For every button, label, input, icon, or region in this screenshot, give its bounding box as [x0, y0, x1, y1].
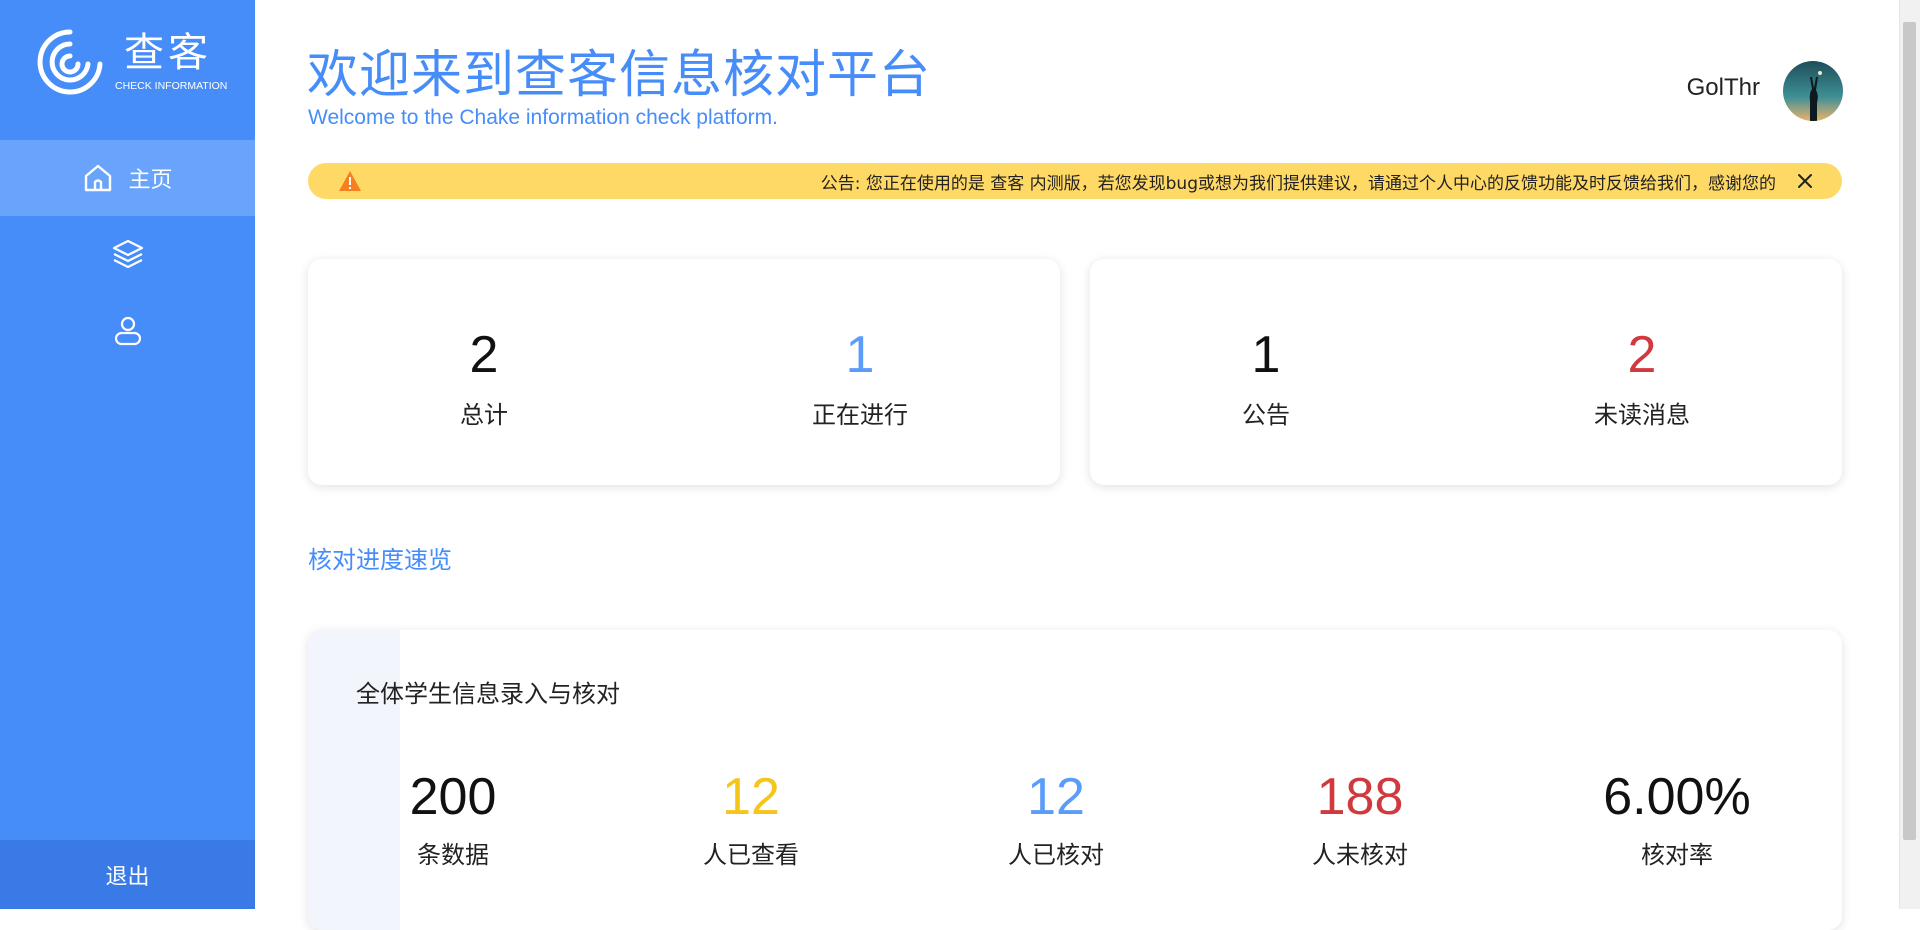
warning-icon [339, 171, 361, 191]
stat-unread-label: 未读消息 [1594, 401, 1690, 429]
progress-stat-checked-label: 人已核对 [1008, 841, 1104, 869]
section-title-progress: 核对进度速览 [308, 546, 452, 574]
avatar-image [1783, 61, 1843, 121]
progress-stat-viewed-value: 12 [722, 768, 780, 826]
brand-logo[interactable]: 查客 CHECK INFORMATION [36, 28, 236, 100]
stat-announcements-value: 1 [1251, 326, 1281, 384]
stat-total-label: 总计 [460, 401, 508, 429]
sidebar-item-label: 主页 [128, 168, 173, 193]
sidebar: 查客 CHECK INFORMATION 主页 退出 [0, 0, 255, 909]
progress-stat-rate-value: 6.00% [1603, 768, 1751, 826]
page-scrollbar[interactable] [1899, 0, 1920, 909]
stat-in-progress[interactable]: 1 正在进行 [710, 325, 1010, 430]
progress-stat-rate-label: 核对率 [1641, 841, 1713, 869]
stats-card-tasks: 2 总计 1 正在进行 [308, 259, 1060, 485]
sidebar-item-user[interactable] [0, 292, 255, 368]
progress-stat-viewed: 12 人已查看 [631, 767, 871, 870]
progress-stat-records-label: 条数据 [417, 841, 489, 869]
page-subtitle: Welcome to the Chake information check p… [308, 106, 778, 129]
stat-total-value: 2 [469, 326, 499, 384]
username[interactable]: GolThr [1687, 74, 1760, 102]
logo-mark-icon [37, 29, 103, 95]
notice-text-container: 公告: 您正在使用的是 查客 内测版，若您发现bug或想为我们提供建议，请通过个… [383, 163, 1776, 199]
close-icon[interactable] [1796, 172, 1814, 190]
progress-stat-unchecked-value: 188 [1316, 768, 1404, 826]
progress-stat-unchecked: 188 人未核对 [1240, 767, 1480, 870]
stat-announcements-label: 公告 [1242, 401, 1290, 429]
stat-unread-value: 2 [1627, 326, 1657, 384]
notice-bar: 公告: 您正在使用的是 查客 内测版，若您发现bug或想为我们提供建议，请通过个… [308, 163, 1842, 199]
sidebar-item-layers[interactable] [0, 216, 255, 292]
avatar[interactable] [1783, 61, 1843, 121]
page-title: 欢迎来到查客信息核对平台 [307, 46, 932, 105]
user-icon [114, 316, 141, 346]
progress-stat-rate: 6.00% 核对率 [1557, 767, 1797, 870]
brand-subtitle: CHECK INFORMATION [115, 80, 228, 92]
sidebar-item-home[interactable]: 主页 [0, 140, 255, 216]
stat-total[interactable]: 2 总计 [334, 325, 634, 430]
stats-card-messages: 1 公告 2 未读消息 [1090, 259, 1842, 485]
home-icon [85, 164, 112, 192]
stat-announcements[interactable]: 1 公告 [1116, 325, 1416, 430]
logout-button[interactable]: 退出 [0, 840, 255, 909]
stat-unread[interactable]: 2 未读消息 [1492, 325, 1792, 430]
progress-stat-viewed-label: 人已查看 [703, 841, 799, 869]
progress-card[interactable]: 全体学生信息录入与核对 200 条数据 12 人已查看 12 人已核对 188 … [308, 630, 1842, 930]
stat-in-progress-value: 1 [845, 326, 875, 384]
progress-stat-records: 200 条数据 [333, 767, 573, 870]
progress-stat-unchecked-label: 人未核对 [1312, 841, 1408, 869]
progress-card-title: 全体学生信息录入与核对 [356, 680, 620, 708]
progress-stat-records-value: 200 [409, 768, 497, 826]
notice-text: 公告: 您正在使用的是 查客 内测版，若您发现bug或想为我们提供建议，请通过个… [820, 173, 1776, 194]
stat-in-progress-label: 正在进行 [812, 401, 908, 429]
progress-stat-checked-value: 12 [1027, 768, 1085, 826]
progress-stat-checked: 12 人已核对 [936, 767, 1176, 870]
layers-icon [112, 239, 143, 269]
brand-name: 查客 [124, 30, 212, 76]
scrollbar-thumb[interactable] [1903, 22, 1916, 840]
